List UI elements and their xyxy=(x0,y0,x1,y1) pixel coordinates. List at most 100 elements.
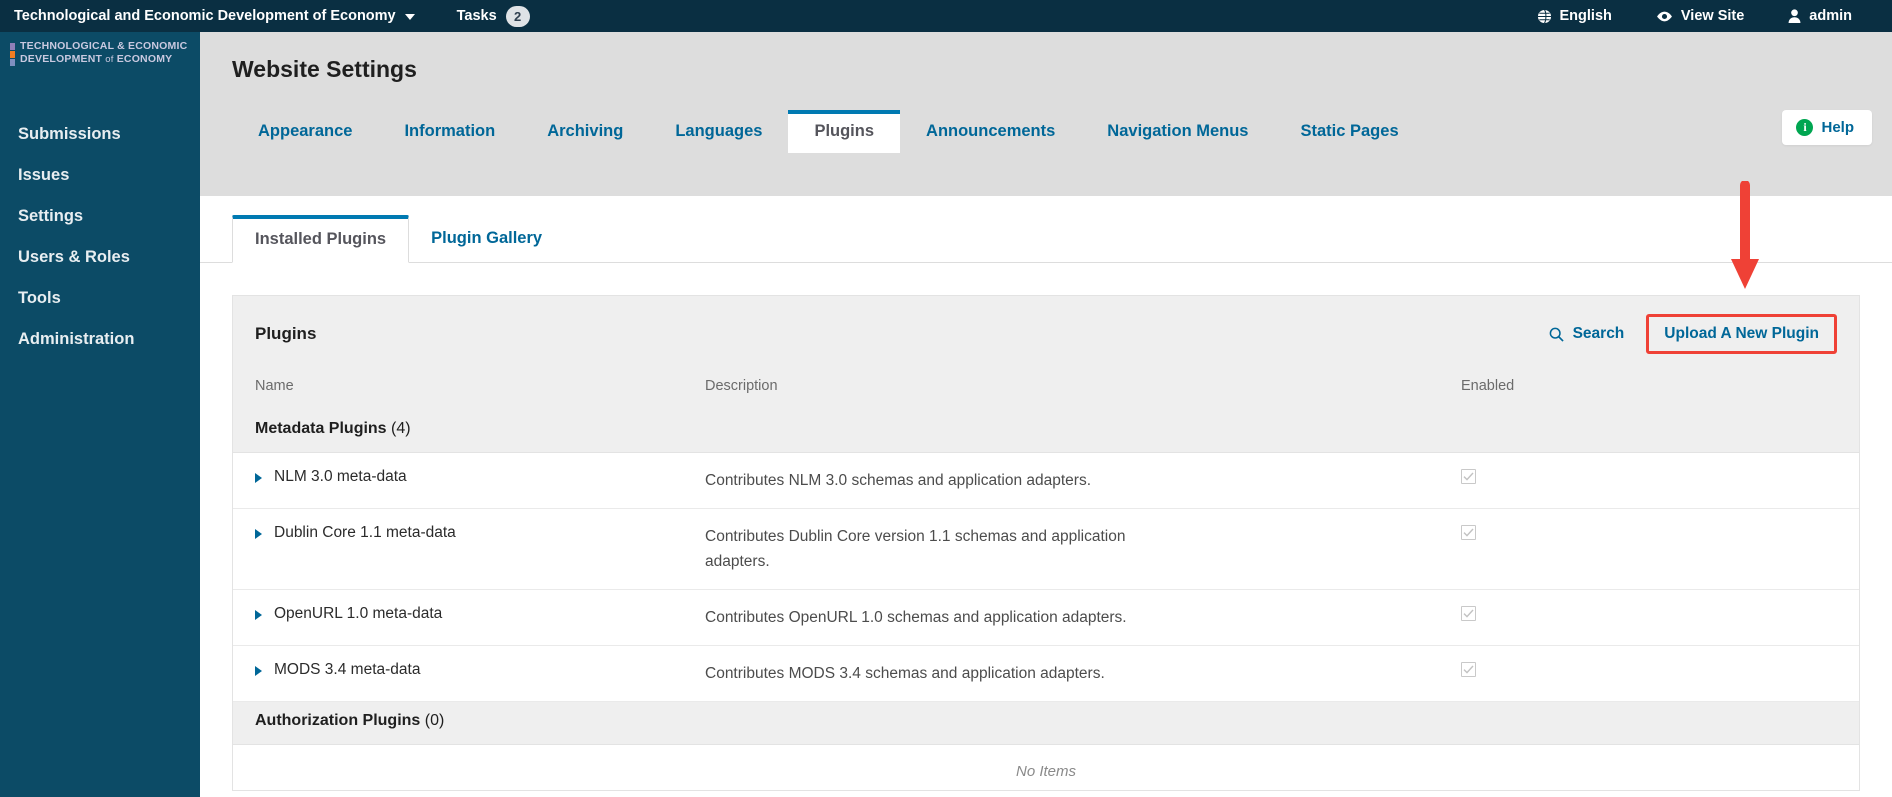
plugin-group-name: Authorization Plugins xyxy=(255,712,421,729)
plugin-group-name: Metadata Plugins xyxy=(255,420,387,437)
sidebar-item-administration[interactable]: Administration xyxy=(0,319,200,360)
table-row[interactable]: MODS 3.4 meta-data Contributes MODS 3.4 … xyxy=(233,645,1859,702)
top-bar-right-group: English View Site admin xyxy=(1515,8,1874,24)
plugin-group-count: (4) xyxy=(391,420,411,437)
logo-line-2: DEVELOPMENT of ECONOMY xyxy=(20,53,187,67)
expand-triangle-icon[interactable] xyxy=(255,473,262,483)
sidebar-item-settings[interactable]: Settings xyxy=(0,196,200,237)
settings-tab-bar: Appearance Information Archiving Languag… xyxy=(200,110,1892,153)
column-header-description: Description xyxy=(683,370,1439,410)
plugin-description-cell: Contributes Dublin Core version 1.1 sche… xyxy=(683,508,1439,590)
plugin-description-cell: Contributes NLM 3.0 schemas and applicat… xyxy=(683,452,1439,509)
plugin-group-count: (0) xyxy=(424,712,445,729)
language-selector[interactable]: English xyxy=(1515,8,1634,24)
sidebar: TECHNOLOGICAL & ECONOMIC DEVELOPMENT of … xyxy=(0,26,200,797)
table-row[interactable]: Dublin Core 1.1 meta-data Contributes Du… xyxy=(233,508,1859,590)
globe-icon xyxy=(1537,9,1552,24)
plugin-enabled-cell xyxy=(1439,589,1859,646)
tasks-count-badge: 2 xyxy=(505,5,530,27)
plugin-name-cell: OpenURL 1.0 meta-data xyxy=(233,589,683,646)
subtab-plugin-gallery[interactable]: Plugin Gallery xyxy=(409,215,564,263)
expand-triangle-icon[interactable] xyxy=(255,666,262,676)
tab-languages[interactable]: Languages xyxy=(649,111,788,153)
table-row[interactable]: OpenURL 1.0 meta-data Contributes OpenUR… xyxy=(233,589,1859,646)
plugin-name-cell: Dublin Core 1.1 meta-data xyxy=(233,508,683,590)
logo-blocks-icon xyxy=(10,40,15,66)
page-title: Website Settings xyxy=(232,56,417,82)
tab-navigation-menus[interactable]: Navigation Menus xyxy=(1081,111,1274,153)
upload-plugin-highlight: Upload A New Plugin xyxy=(1646,314,1837,354)
plugin-enabled-cell xyxy=(1439,645,1859,702)
tab-information[interactable]: Information xyxy=(378,111,521,153)
plugin-description: Contributes OpenURL 1.0 schemas and appl… xyxy=(705,609,1127,626)
search-label: Search xyxy=(1572,325,1625,342)
plugin-description-cell: Contributes MODS 3.4 schemas and applica… xyxy=(683,645,1439,702)
tasks-label: Tasks xyxy=(456,8,497,24)
journal-title: Technological and Economic Development o… xyxy=(14,8,396,24)
logo-line-2-b: of xyxy=(105,53,114,65)
view-site-label: View Site xyxy=(1680,8,1745,24)
plugin-description: Contributes MODS 3.4 schemas and applica… xyxy=(705,665,1105,682)
sidebar-item-issues[interactable]: Issues xyxy=(0,155,200,196)
sidebar-item-tools[interactable]: Tools xyxy=(0,278,200,319)
plugins-card-actions: Search Upload A New Plugin xyxy=(1549,314,1837,354)
plugins-table-head: Name Description Enabled xyxy=(233,370,1859,410)
plugins-card: Plugins Search Upload A New Plugin Name … xyxy=(232,295,1860,791)
no-items-label: No Items xyxy=(1015,763,1076,780)
chevron-down-icon xyxy=(404,14,415,20)
sidebar-navigation: Submissions Issues Settings Users & Role… xyxy=(0,114,200,360)
help-button[interactable]: i Help xyxy=(1782,110,1872,145)
column-header-enabled: Enabled xyxy=(1439,370,1859,410)
search-icon xyxy=(1549,327,1564,342)
user-label: admin xyxy=(1809,8,1852,24)
logo-line-1: TECHNOLOGICAL & ECONOMIC xyxy=(20,40,188,52)
plugin-group-header: Authorization Plugins (0) xyxy=(233,701,1859,745)
sidebar-item-users-roles[interactable]: Users & Roles xyxy=(0,237,200,278)
plugin-group-header-cell: Metadata Plugins (4) xyxy=(233,410,1859,453)
plugin-name: Dublin Core 1.1 meta-data xyxy=(274,524,456,541)
logo-text: TECHNOLOGICAL & ECONOMIC DEVELOPMENT of … xyxy=(20,40,187,66)
tab-static-pages[interactable]: Static Pages xyxy=(1274,111,1424,153)
table-row[interactable]: NLM 3.0 meta-data Contributes NLM 3.0 sc… xyxy=(233,452,1859,509)
logo-line-2-a: DEVELOPMENT xyxy=(20,52,103,65)
tasks-button[interactable]: Tasks 2 xyxy=(456,5,530,27)
plugin-description: Contributes Dublin Core version 1.1 sche… xyxy=(705,528,1126,570)
help-label: Help xyxy=(1821,119,1854,136)
expand-triangle-icon[interactable] xyxy=(255,610,262,620)
plugins-table: Name Description Enabled Metadata Plugin… xyxy=(233,370,1859,790)
view-site-link[interactable]: View Site xyxy=(1634,8,1766,24)
plugin-name: NLM 3.0 meta-data xyxy=(274,468,407,485)
tab-appearance[interactable]: Appearance xyxy=(232,111,378,153)
enabled-checkbox[interactable] xyxy=(1461,469,1476,484)
user-menu[interactable]: admin xyxy=(1766,8,1874,24)
plugin-description: Contributes NLM 3.0 schemas and applicat… xyxy=(705,472,1091,489)
plugin-name-cell: MODS 3.4 meta-data xyxy=(233,645,683,702)
tab-plugins[interactable]: Plugins xyxy=(788,110,901,153)
tab-archiving[interactable]: Archiving xyxy=(521,111,649,153)
user-icon xyxy=(1788,9,1801,23)
column-header-name: Name xyxy=(233,370,683,410)
search-button[interactable]: Search xyxy=(1549,325,1625,343)
subtab-installed-plugins[interactable]: Installed Plugins xyxy=(232,215,410,263)
plugins-subtab-bar: Installed Plugins Plugin Gallery xyxy=(200,196,1892,263)
plugin-name-cell: NLM 3.0 meta-data xyxy=(233,452,683,509)
plugin-description-cell: Contributes OpenURL 1.0 schemas and appl… xyxy=(683,589,1439,646)
enabled-checkbox[interactable] xyxy=(1461,662,1476,677)
sidebar-item-submissions[interactable]: Submissions xyxy=(0,114,200,155)
plugin-name: MODS 3.4 meta-data xyxy=(274,661,421,678)
eye-icon xyxy=(1656,10,1673,23)
plugins-table-header-row: Name Description Enabled xyxy=(233,370,1859,410)
upload-new-plugin-button[interactable]: Upload A New Plugin xyxy=(1650,318,1833,350)
plugin-name: OpenURL 1.0 meta-data xyxy=(274,605,443,622)
tab-announcements[interactable]: Announcements xyxy=(900,111,1081,153)
enabled-checkbox[interactable] xyxy=(1461,606,1476,621)
plugin-enabled-cell xyxy=(1439,508,1859,590)
plugins-table-body: Metadata Plugins (4) NLM 3.0 meta-data C… xyxy=(233,410,1859,790)
plugin-enabled-cell xyxy=(1439,452,1859,509)
plugin-group-header: Metadata Plugins (4) xyxy=(233,410,1859,453)
empty-group-row: No Items xyxy=(233,745,1859,791)
enabled-checkbox[interactable] xyxy=(1461,525,1476,540)
language-label: English xyxy=(1559,8,1612,24)
expand-triangle-icon[interactable] xyxy=(255,529,262,539)
journal-selector[interactable]: Technological and Economic Development o… xyxy=(14,8,415,24)
